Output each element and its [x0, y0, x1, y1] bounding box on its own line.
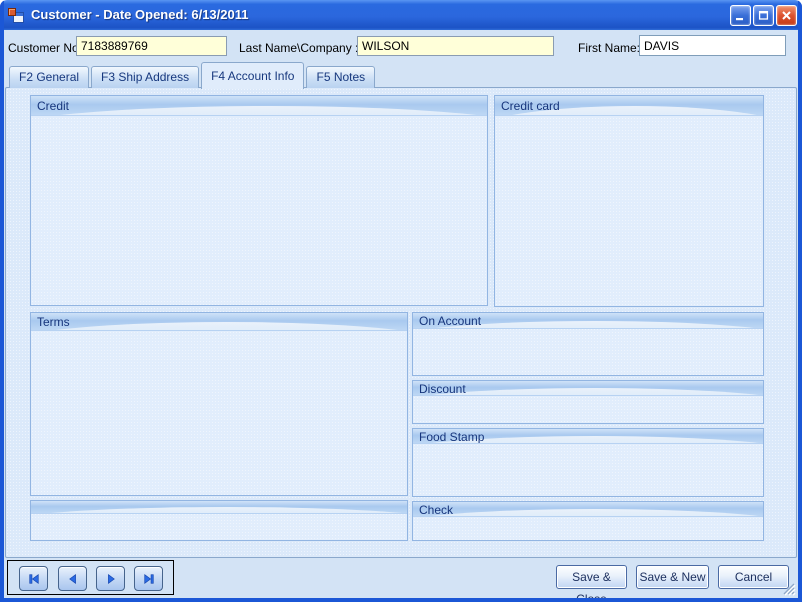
minimize-button[interactable] — [730, 5, 751, 26]
tab-strip: F2 General F3 Ship Address F4 Account In… — [9, 61, 377, 88]
maximize-icon — [758, 10, 769, 21]
nav-last-icon — [142, 573, 156, 585]
nav-next-icon — [104, 573, 118, 585]
cancel-button[interactable]: Cancel — [718, 565, 789, 589]
credit-group: Credit — [30, 95, 488, 306]
close-button[interactable] — [776, 5, 797, 26]
check-group-title: Check — [419, 503, 453, 517]
close-icon — [781, 10, 792, 21]
titlebar: Customer - Date Opened: 6/13/2011 — [0, 0, 802, 30]
minimize-icon — [735, 10, 746, 21]
tab-f3-ship-address[interactable]: F3 Ship Address — [91, 66, 199, 88]
form-icon — [8, 7, 24, 23]
customer-window: Customer - Date Opened: 6/13/2011 Custom… — [0, 0, 802, 602]
tab-f4-account-info[interactable]: F4 Account Info — [201, 62, 304, 89]
save-close-button[interactable]: Save & Close — [556, 565, 627, 589]
nav-last-button[interactable] — [134, 566, 163, 591]
form-icon-square — [8, 8, 16, 16]
check-group: Check — [412, 501, 764, 541]
nav-next-button[interactable] — [96, 566, 125, 591]
food-stamp-group: Food Stamp — [412, 428, 764, 497]
nav-first-button[interactable] — [19, 566, 48, 591]
terms-group-title: Terms — [37, 315, 70, 329]
first-name-input[interactable] — [639, 35, 786, 56]
resize-grip[interactable] — [782, 582, 796, 596]
discount-group: Discount — [412, 380, 764, 424]
customer-no-input[interactable] — [76, 36, 227, 56]
last-name-input[interactable] — [357, 36, 554, 56]
record-navigator — [7, 560, 174, 595]
maximize-button[interactable] — [753, 5, 774, 26]
terms-group: Terms — [30, 312, 408, 496]
credit-card-group-title: Credit card — [501, 99, 560, 113]
last-name-label: Last Name\Company : — [239, 41, 358, 55]
nav-first-icon — [27, 573, 41, 585]
nav-previous-icon — [66, 573, 80, 585]
customer-no-label: Customer No: — [8, 41, 82, 55]
so-terms-group — [30, 500, 408, 541]
window-title: Customer - Date Opened: 6/13/2011 — [31, 7, 248, 22]
credit-group-title: Credit — [37, 99, 69, 113]
tab-f2-general[interactable]: F2 General — [9, 66, 89, 88]
nav-previous-button[interactable] — [58, 566, 87, 591]
on-account-group-title: On Account — [419, 314, 481, 328]
first-name-label: First Name: — [578, 41, 640, 55]
save-new-button[interactable]: Save & New — [636, 565, 709, 589]
food-stamp-group-title: Food Stamp — [419, 430, 484, 444]
discount-group-title: Discount — [419, 382, 466, 396]
tab-f5-notes[interactable]: F5 Notes — [306, 66, 375, 88]
credit-card-group: Credit card — [494, 95, 764, 307]
on-account-group: On Account — [412, 312, 764, 376]
